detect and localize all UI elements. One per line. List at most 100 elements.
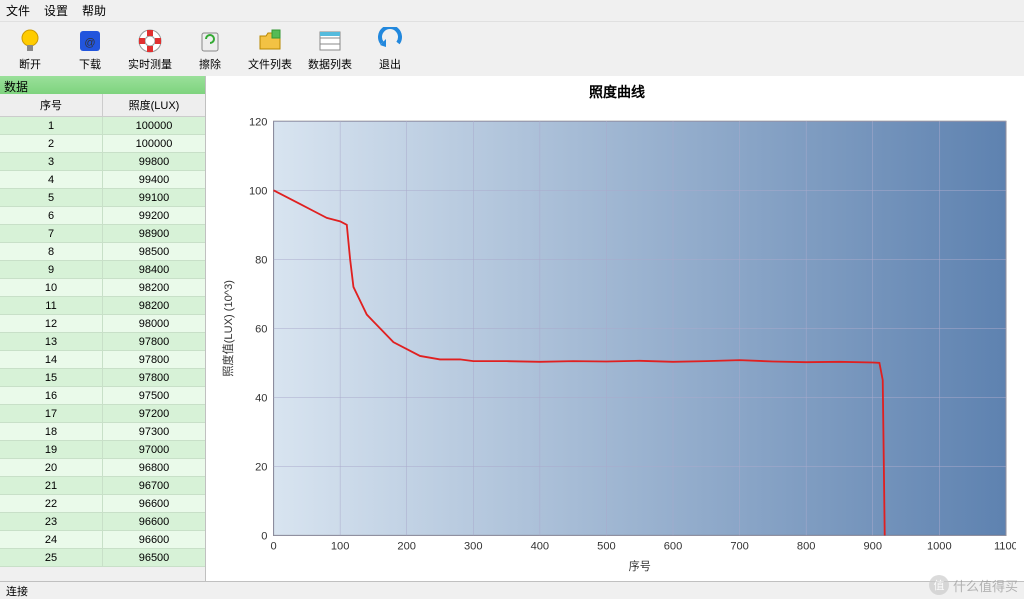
svg-text:700: 700: [730, 541, 749, 553]
cell-lux: 97800: [103, 351, 205, 369]
exit-button[interactable]: 退出: [366, 27, 414, 72]
cell-index: 10: [0, 279, 103, 297]
cell-lux: 99200: [103, 207, 205, 225]
statusbar: 连接: [0, 581, 1024, 599]
table-row[interactable]: 699200: [0, 207, 205, 225]
panel-title: 数据: [0, 76, 205, 94]
realtime-button[interactable]: 实时测量: [126, 27, 174, 72]
svg-text:300: 300: [464, 541, 483, 553]
table-row[interactable]: 1697500: [0, 387, 205, 405]
table-row[interactable]: 1597800: [0, 369, 205, 387]
cell-lux: 100000: [103, 135, 205, 153]
table-body[interactable]: 1100000210000039980049940059910069920079…: [0, 117, 205, 581]
cell-lux: 98200: [103, 279, 205, 297]
table-row[interactable]: 499400: [0, 171, 205, 189]
svg-text:80: 80: [255, 254, 267, 266]
table-row[interactable]: 2096800: [0, 459, 205, 477]
cell-lux: 96600: [103, 531, 205, 549]
btn-label: 实时测量: [128, 56, 172, 72]
recycle-icon: [196, 27, 224, 55]
cell-index: 2: [0, 135, 103, 153]
watermark-text: 什么值得买: [953, 576, 1018, 595]
table-row[interactable]: 1098200: [0, 279, 205, 297]
btn-label: 数据列表: [308, 56, 352, 72]
svg-text:照度值(LUX) (10^3): 照度值(LUX) (10^3): [221, 280, 235, 377]
col-index[interactable]: 序号: [0, 94, 103, 116]
svg-text:@: @: [84, 37, 95, 49]
cell-lux: 96800: [103, 459, 205, 477]
cell-index: 20: [0, 459, 103, 477]
table-row[interactable]: 998400: [0, 261, 205, 279]
chart-area: 0100200300400500600700800900100011000204…: [218, 106, 1016, 581]
table-row[interactable]: 1397800: [0, 333, 205, 351]
cell-lux: 97800: [103, 333, 205, 351]
table-row[interactable]: 1298000: [0, 315, 205, 333]
cell-index: 6: [0, 207, 103, 225]
cell-index: 13: [0, 333, 103, 351]
filelist-button[interactable]: 文件列表: [246, 27, 294, 72]
cell-index: 7: [0, 225, 103, 243]
menu-help[interactable]: 帮助: [82, 2, 106, 19]
cell-index: 9: [0, 261, 103, 279]
cell-index: 16: [0, 387, 103, 405]
line-chart: 0100200300400500600700800900100011000204…: [218, 106, 1016, 581]
table-row[interactable]: 1997000: [0, 441, 205, 459]
table-row[interactable]: 898500: [0, 243, 205, 261]
avatar-icon: 值: [929, 575, 949, 595]
datalist-button[interactable]: 数据列表: [306, 27, 354, 72]
svg-text:100: 100: [249, 185, 268, 197]
chart-panel: 照度曲线 01002003004005006007008009001000110…: [206, 76, 1024, 581]
cell-lux: 99400: [103, 171, 205, 189]
cell-lux: 97200: [103, 405, 205, 423]
clear-button[interactable]: 擦除: [186, 27, 234, 72]
toolbar: 断开 @ 下载 实时测量 擦除 文件列表 数据列表 退出: [0, 22, 1024, 76]
svg-text:0: 0: [261, 530, 267, 542]
cell-lux: 99800: [103, 153, 205, 171]
cell-index: 21: [0, 477, 103, 495]
svg-text:800: 800: [797, 541, 816, 553]
table-row[interactable]: 1797200: [0, 405, 205, 423]
svg-text:0: 0: [270, 541, 276, 553]
cell-index: 8: [0, 243, 103, 261]
svg-text:1100: 1100: [994, 541, 1016, 553]
table-row[interactable]: 2596500: [0, 549, 205, 567]
table-row[interactable]: 798900: [0, 225, 205, 243]
cell-lux: 100000: [103, 117, 205, 135]
table-row[interactable]: 2396600: [0, 513, 205, 531]
cell-index: 25: [0, 549, 103, 567]
table-row[interactable]: 2296600: [0, 495, 205, 513]
cell-lux: 96700: [103, 477, 205, 495]
disconnect-button[interactable]: 断开: [6, 27, 54, 72]
main-area: 数据 序号 照度(LUX) 11000002100000399800499400…: [0, 76, 1024, 581]
col-lux[interactable]: 照度(LUX): [103, 94, 205, 116]
cell-index: 5: [0, 189, 103, 207]
svg-text:序号: 序号: [629, 559, 651, 573]
svg-text:500: 500: [597, 541, 616, 553]
table-row[interactable]: 599100: [0, 189, 205, 207]
cell-index: 19: [0, 441, 103, 459]
table-row[interactable]: 2100000: [0, 135, 205, 153]
btn-label: 退出: [379, 56, 401, 72]
status-text: 连接: [6, 586, 28, 598]
cell-index: 18: [0, 423, 103, 441]
table-row[interactable]: 2496600: [0, 531, 205, 549]
table-row[interactable]: 2196700: [0, 477, 205, 495]
folder-icon: [256, 27, 284, 55]
menu-file[interactable]: 文件: [6, 2, 30, 19]
btn-label: 断开: [19, 56, 41, 72]
btn-label: 擦除: [199, 56, 221, 72]
svg-text:900: 900: [863, 541, 882, 553]
table-row[interactable]: 1897300: [0, 423, 205, 441]
table-row[interactable]: 1198200: [0, 297, 205, 315]
cell-index: 14: [0, 351, 103, 369]
cell-lux: 97000: [103, 441, 205, 459]
download-button[interactable]: @ 下载: [66, 27, 114, 72]
menubar: 文件 设置 帮助: [0, 0, 1024, 22]
btn-label: 文件列表: [248, 56, 292, 72]
table-row[interactable]: 399800: [0, 153, 205, 171]
svg-text:1000: 1000: [927, 541, 952, 553]
menu-settings[interactable]: 设置: [44, 2, 68, 19]
table-row[interactable]: 1497800: [0, 351, 205, 369]
table-row[interactable]: 1100000: [0, 117, 205, 135]
cell-index: 3: [0, 153, 103, 171]
